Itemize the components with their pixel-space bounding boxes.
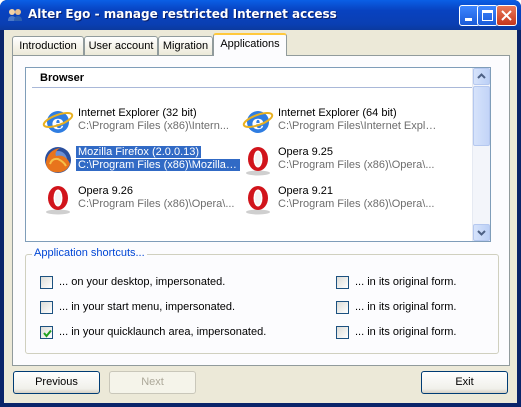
checkbox[interactable]	[336, 301, 349, 314]
app-path: C:\Program Files (x86)\Intern...	[78, 120, 229, 132]
app-name: Internet Explorer (32 bit)	[78, 107, 197, 119]
application-list[interactable]: Browser e Internet Explorer (32 bit) C:\…	[25, 67, 491, 242]
tab-introduction[interactable]: Introduction	[12, 36, 84, 55]
app-name: Internet Explorer (64 bit)	[278, 107, 397, 119]
users-icon	[8, 9, 22, 21]
dialog-body: Introduction User account Migration Appl…	[4, 30, 517, 403]
checkbox-checked[interactable]	[40, 326, 53, 339]
group-header: Browser	[26, 68, 474, 88]
checkbox[interactable]	[40, 301, 53, 314]
list-item[interactable]: Opera 9.21 C:\Program Files (x86)\Opera\…	[242, 181, 438, 215]
app-name: Opera 9.25	[278, 146, 334, 158]
internet-explorer-icon: e	[242, 110, 274, 134]
checkbox-label: ... in its original form.	[355, 326, 457, 338]
close-button[interactable]	[496, 5, 517, 26]
window-title: Alter Ego - manage restricted Internet a…	[28, 7, 337, 21]
app-name: Opera 9.21	[278, 185, 334, 197]
vertical-scrollbar[interactable]	[472, 68, 490, 241]
app-path: C:\Program Files (x86)\Opera\...	[278, 198, 435, 210]
app-path: C:\Program Files\Internet Explor...	[278, 120, 438, 132]
exit-label: Exit	[455, 376, 474, 388]
tab-applications[interactable]: Applications	[213, 33, 287, 56]
close-icon	[501, 10, 512, 21]
group-divider	[32, 87, 472, 88]
scroll-thumb[interactable]	[473, 86, 490, 146]
list-item[interactable]: Opera 9.25 C:\Program Files (x86)\Opera\…	[242, 142, 438, 176]
groupbox-title: Application shortcuts...	[32, 247, 147, 259]
group-label: Browser	[40, 72, 85, 84]
app-path: C:\Program Files (x86)\Opera\...	[278, 159, 435, 171]
checkbox-label: ... in your quicklaunch area, impersonat…	[59, 326, 267, 338]
tab-migration[interactable]: Migration	[158, 36, 213, 55]
title-bar[interactable]: Alter Ego - manage restricted Internet a…	[0, 0, 521, 30]
checkbox[interactable]	[40, 276, 53, 289]
checkbox-label: ... in your start menu, impersonated.	[59, 301, 236, 313]
maximize-button[interactable]	[477, 5, 498, 26]
internet-explorer-icon: e	[42, 110, 74, 134]
app-path: C:\Program Files (x86)\Opera\...	[78, 198, 235, 210]
list-item[interactable]: e Internet Explorer (64 bit) C:\Program …	[242, 103, 438, 137]
previous-label: Previous	[35, 376, 78, 388]
app-path: C:\Program Files (x86)\Mozilla ...	[76, 159, 240, 171]
scroll-down-button[interactable]	[473, 224, 490, 241]
chevron-down-icon	[477, 230, 486, 236]
chevron-up-icon	[477, 73, 486, 79]
firefox-icon	[45, 147, 71, 173]
checkbox-label: ... in its original form.	[355, 301, 457, 313]
maximize-icon	[482, 10, 493, 21]
checkbox-label: ... in its original form.	[355, 276, 457, 288]
list-item[interactable]: Opera 9.26 C:\Program Files (x86)\Opera\…	[42, 181, 238, 215]
next-label: Next	[141, 376, 164, 388]
checkbox-label: ... on your desktop, impersonated.	[59, 276, 226, 288]
next-button[interactable]: Next	[109, 371, 196, 394]
exit-button[interactable]: Exit	[421, 371, 508, 394]
shortcuts-groupbox: Application shortcuts... ... on your des…	[25, 247, 499, 354]
previous-button[interactable]: Previous	[13, 371, 100, 394]
app-name: Opera 9.26	[78, 185, 134, 197]
app-window: Alter Ego - manage restricted Internet a…	[0, 0, 521, 407]
list-item[interactable]: e Internet Explorer (32 bit) C:\Program …	[42, 103, 238, 137]
opera-icon	[46, 186, 70, 215]
scroll-up-button[interactable]	[473, 68, 490, 85]
checkmark-icon	[43, 329, 52, 338]
checkbox[interactable]	[336, 326, 349, 339]
checkbox[interactable]	[336, 276, 349, 289]
list-item-selected[interactable]: Mozilla Firefox (2.0.0.13) C:\Program Fi…	[42, 142, 240, 176]
tab-user-account[interactable]: User account	[84, 36, 158, 55]
app-name: Mozilla Firefox (2.0.0.13)	[76, 146, 202, 158]
applications-panel: Browser e Internet Explorer (32 bit) C:\…	[12, 55, 510, 366]
opera-icon	[246, 147, 270, 176]
opera-icon	[246, 186, 270, 215]
